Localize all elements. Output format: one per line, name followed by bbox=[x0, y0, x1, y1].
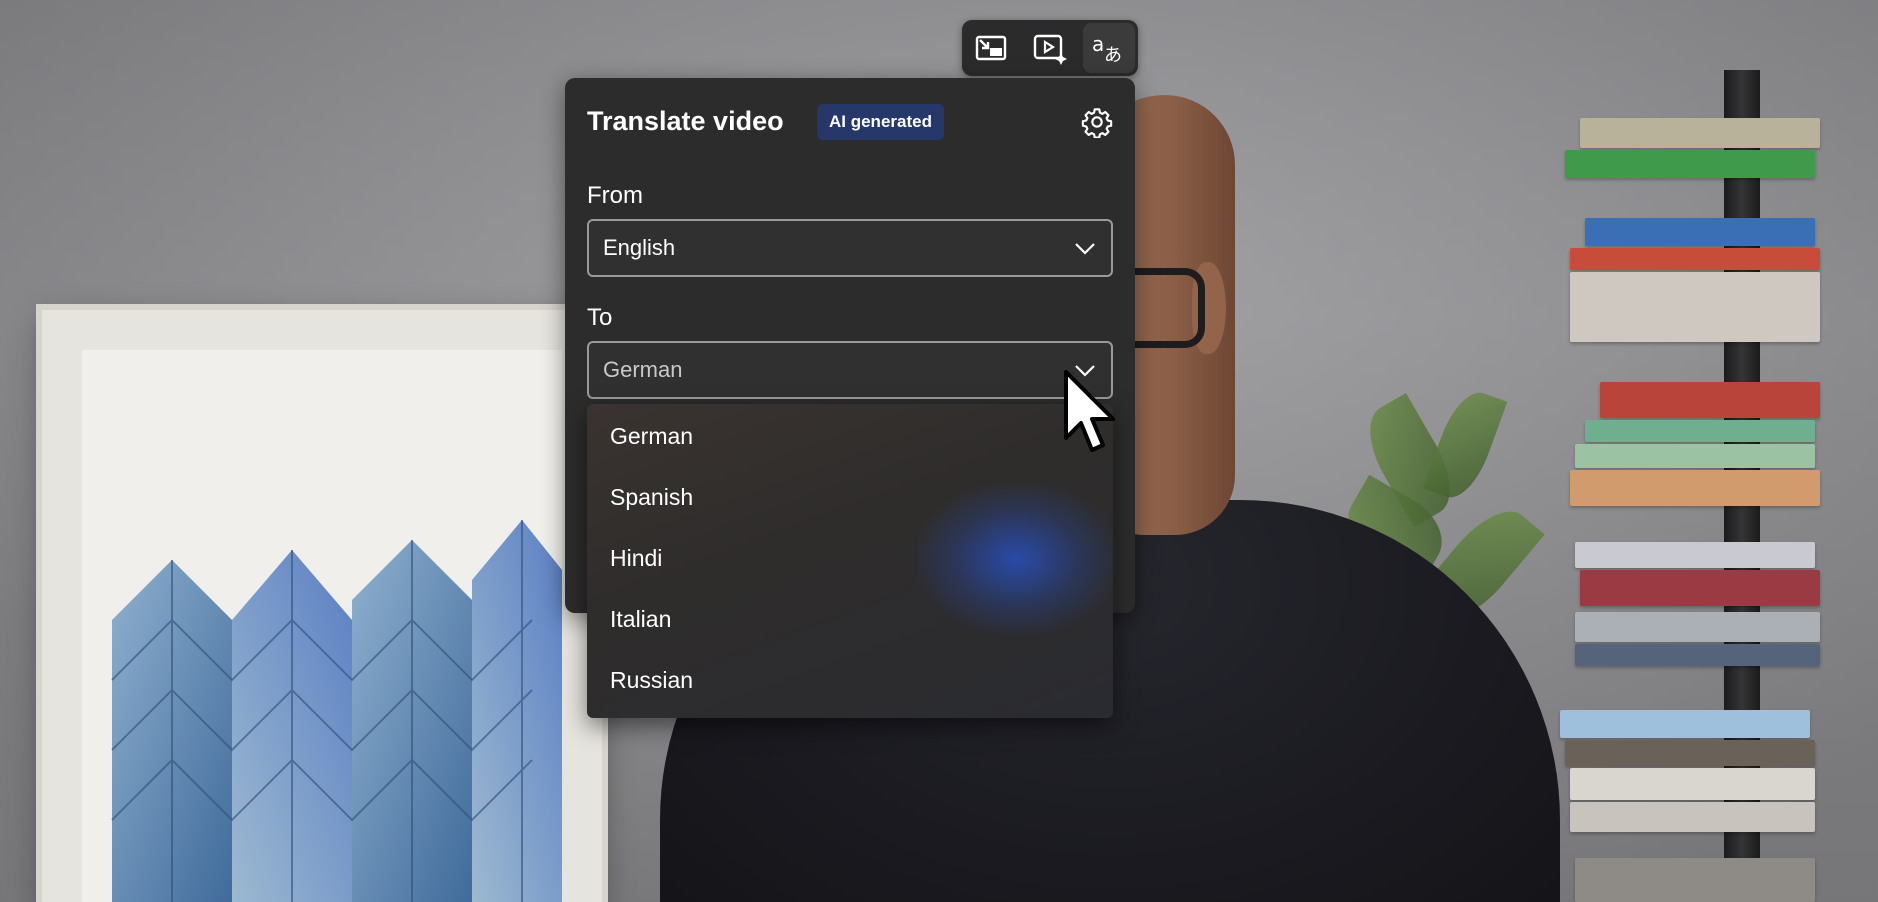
picture-in-picture-exit-button[interactable] bbox=[965, 23, 1017, 73]
book bbox=[1570, 248, 1820, 270]
book bbox=[1570, 802, 1815, 832]
panel-title: Translate video bbox=[587, 106, 784, 136]
mouse-pointer-icon bbox=[1064, 370, 1115, 452]
book bbox=[1585, 420, 1815, 442]
video-enhance-icon bbox=[1033, 34, 1067, 65]
wall-artwork bbox=[42, 310, 602, 902]
language-option-hindi[interactable]: Hindi bbox=[587, 528, 1113, 589]
to-language-select[interactable]: German bbox=[587, 341, 1113, 399]
settings-button[interactable] bbox=[1079, 104, 1115, 140]
language-option-italian[interactable]: Italian bbox=[587, 589, 1113, 650]
person-glasses bbox=[1128, 268, 1205, 348]
svg-text:a: a bbox=[1092, 32, 1104, 56]
book bbox=[1570, 768, 1815, 800]
book bbox=[1575, 542, 1815, 568]
book bbox=[1600, 382, 1820, 418]
picture-in-picture-exit-icon bbox=[976, 35, 1007, 61]
svg-text:あ: あ bbox=[1104, 45, 1122, 65]
from-language-value: English bbox=[603, 235, 676, 260]
translate-icon: a あ bbox=[1092, 32, 1122, 65]
language-option-russian[interactable]: Russian bbox=[587, 650, 1113, 711]
to-label: To bbox=[587, 304, 613, 331]
language-option-german[interactable]: German bbox=[587, 406, 1113, 467]
to-language-value: German bbox=[603, 357, 683, 382]
geometric-painting bbox=[111, 520, 562, 902]
translate-button[interactable]: a あ bbox=[1082, 23, 1135, 73]
book bbox=[1575, 444, 1815, 468]
language-option-spanish[interactable]: Spanish bbox=[587, 467, 1113, 528]
to-language-dropdown-list: German Spanish Hindi Italian Russian bbox=[587, 404, 1113, 718]
book bbox=[1580, 570, 1820, 606]
book bbox=[1575, 612, 1820, 642]
from-label: From bbox=[587, 182, 643, 209]
book bbox=[1565, 740, 1815, 766]
ai-generated-badge: AI generated bbox=[817, 104, 944, 140]
book bbox=[1560, 710, 1810, 738]
book bbox=[1565, 150, 1815, 178]
book bbox=[1575, 858, 1815, 902]
gear-icon bbox=[1081, 108, 1113, 138]
chevron-down-icon bbox=[1075, 243, 1095, 255]
book bbox=[1580, 118, 1820, 148]
from-language-select[interactable]: English bbox=[587, 219, 1113, 277]
book bbox=[1570, 272, 1820, 342]
video-overlay-toolbar: a あ bbox=[962, 20, 1138, 76]
book bbox=[1570, 470, 1820, 506]
book bbox=[1585, 218, 1815, 246]
video-enhance-button[interactable] bbox=[1024, 23, 1076, 73]
book bbox=[1575, 644, 1820, 666]
